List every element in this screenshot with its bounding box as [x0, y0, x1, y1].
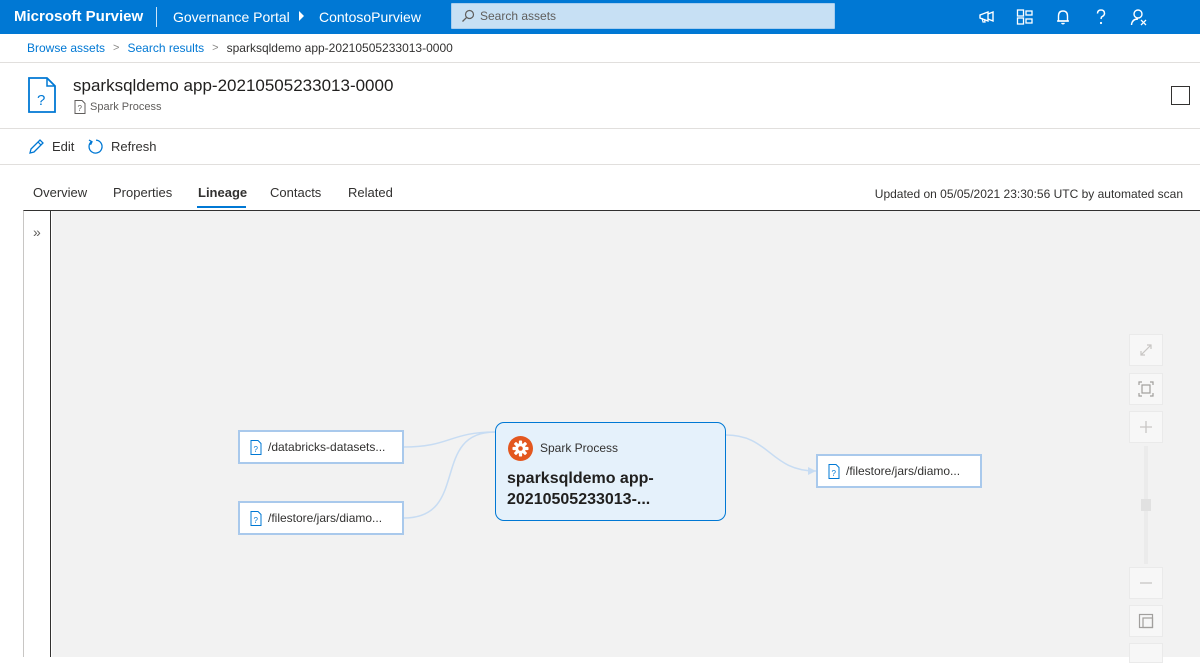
feedback-icon[interactable]: [977, 7, 997, 27]
tab-properties[interactable]: Properties: [113, 185, 172, 200]
tab-overview[interactable]: Overview: [33, 185, 87, 200]
expand-pane-button[interactable]: »: [33, 224, 41, 240]
plus-icon: [1140, 421, 1152, 433]
lineage-input-node[interactable]: ? /filestore/jars/diamo...: [238, 501, 404, 535]
minus-icon: [1140, 582, 1152, 584]
zoom-extra-button[interactable]: [1129, 643, 1163, 663]
help-icon[interactable]: [1091, 7, 1111, 27]
edit-button[interactable]: Edit: [28, 138, 74, 155]
zoom-out-button[interactable]: [1129, 567, 1163, 599]
page-title: sparksqldemo app-20210505233013-0000: [73, 76, 394, 95]
lineage-process-node[interactable]: Spark Process sparksqldemo app-202105052…: [495, 422, 726, 521]
fullscreen-button[interactable]: [1129, 334, 1163, 366]
unknown-file-icon: ?: [828, 463, 840, 479]
refresh-icon: [88, 139, 103, 154]
gear-icon: [508, 436, 533, 461]
svg-text:?: ?: [78, 104, 83, 113]
node-label: /databricks-datasets...: [268, 440, 386, 454]
brand-title[interactable]: Microsoft Purview: [14, 8, 143, 25]
process-name: sparksqldemo app-20210505233013-...: [507, 470, 654, 508]
topbar-divider: [156, 7, 157, 27]
breadcrumb: Browse assets > Search results > sparksq…: [27, 41, 453, 55]
search-input[interactable]: Search assets: [451, 3, 835, 29]
unknown-file-icon: ?: [74, 100, 86, 114]
unknown-file-icon: ?: [28, 77, 56, 113]
unknown-file-icon: ?: [250, 439, 262, 455]
process-type: Spark Process: [540, 441, 619, 455]
lineage-input-node[interactable]: ? /databricks-datasets...: [238, 430, 404, 464]
search-icon: [462, 9, 475, 22]
lineage-output-node[interactable]: ? /filestore/jars/diamo...: [816, 454, 982, 488]
refresh-button[interactable]: Refresh: [87, 138, 157, 155]
fit-to-screen-button[interactable]: [1129, 373, 1163, 405]
svg-text:?: ?: [37, 92, 45, 109]
search-placeholder: Search assets: [480, 9, 557, 23]
minimap-button[interactable]: [1129, 605, 1163, 637]
node-label: /filestore/jars/diamo...: [846, 464, 961, 478]
zoom-in-button[interactable]: [1129, 411, 1163, 443]
svg-text:?: ?: [832, 469, 837, 478]
chevron-right-icon: >: [212, 42, 219, 54]
side-pane: [24, 211, 51, 657]
node-label: /filestore/jars/diamo...: [268, 511, 383, 525]
breadcrumb-search-results[interactable]: Search results: [127, 41, 204, 55]
zoom-slider-thumb[interactable]: [1141, 499, 1151, 511]
notifications-icon[interactable]: [1053, 7, 1073, 27]
select-checkbox[interactable]: [1171, 86, 1190, 105]
updated-timestamp: Updated on 05/05/2021 23:30:56 UTC by au…: [874, 187, 1183, 201]
edit-label: Edit: [52, 139, 75, 154]
chevron-right-icon: [299, 11, 304, 21]
divider: [0, 164, 1200, 165]
breadcrumb-current: sparksqldemo app-20210505233013-0000: [226, 41, 453, 55]
chevron-right-icon: >: [113, 42, 120, 54]
tab-related[interactable]: Related: [348, 185, 393, 200]
asset-type: Spark Process: [90, 101, 162, 113]
fit-icon: [1138, 381, 1154, 397]
tab-lineage[interactable]: Lineage: [198, 185, 247, 200]
active-tab-indicator: [197, 206, 246, 208]
refresh-label: Refresh: [111, 139, 157, 154]
breadcrumb-browse-assets[interactable]: Browse assets: [27, 41, 105, 55]
unknown-file-icon: ?: [250, 510, 262, 526]
account-name[interactable]: ContosoPurview: [319, 9, 421, 25]
directory-icon[interactable]: [1015, 7, 1035, 27]
profile-icon[interactable]: [1129, 7, 1149, 27]
tab-contacts[interactable]: Contacts: [270, 185, 321, 200]
divider: [0, 62, 1200, 63]
edit-icon: [29, 139, 44, 154]
minimap-icon: [1138, 613, 1154, 629]
svg-text:?: ?: [254, 445, 259, 454]
portal-link[interactable]: Governance Portal: [173, 9, 290, 25]
expand-icon: [1140, 344, 1152, 356]
divider: [0, 128, 1200, 129]
svg-text:?: ?: [254, 516, 259, 525]
top-bar: Microsoft Purview Governance Portal Cont…: [0, 0, 1200, 34]
